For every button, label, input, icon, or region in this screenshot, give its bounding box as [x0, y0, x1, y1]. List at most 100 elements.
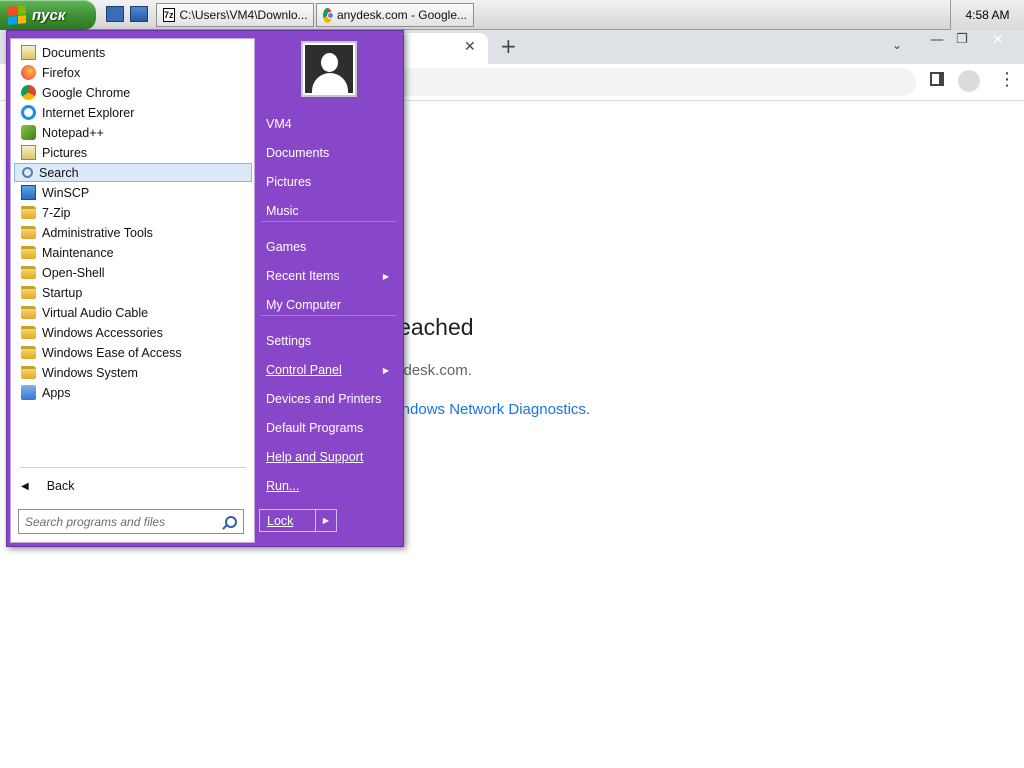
places-item[interactable]: Settings [259, 328, 397, 354]
new-tab-icon[interactable]: + [500, 34, 517, 58]
program-label: Pictures [42, 145, 88, 160]
program-item[interactable]: Documents [14, 43, 252, 62]
windows-logo-icon [8, 5, 26, 25]
pictures-icon [21, 145, 36, 160]
taskbar-button-label: C:\Users\VM4\Downlo... [179, 8, 308, 22]
programs-pane: Documents Firefox Google Chrome Internet Ex… [10, 38, 255, 543]
program-item[interactable]: Windows Ease of Access [14, 343, 252, 362]
places-label: Control Panel [266, 363, 342, 377]
places-item[interactable]: Help and Support [259, 444, 397, 470]
winscp-icon [21, 185, 36, 200]
clock[interactable]: 4:58 AM [950, 0, 1024, 30]
tab-search-icon[interactable]: ⌄ [892, 38, 902, 52]
program-item[interactable]: Notepad++ [14, 123, 252, 142]
back-arrow-icon: ◀ [21, 480, 29, 492]
program-item[interactable]: Open-Shell [14, 263, 252, 282]
folder-icon [21, 326, 36, 339]
search-input[interactable]: Search programs and files [18, 509, 244, 534]
lock-split-button: Lock ▶ [259, 509, 337, 532]
program-label: WinSCP [42, 185, 90, 200]
taskbar-button-7zip[interactable]: 7z C:\Users\VM4\Downlo... [156, 3, 314, 27]
close-tab-icon[interactable]: ✕ [464, 39, 476, 55]
places-label: Run... [266, 479, 300, 493]
program-label: Notepad++ [42, 125, 104, 140]
places-item[interactable]: Default Programs [259, 415, 397, 441]
program-item[interactable]: Apps [14, 383, 252, 402]
error-subtitle: ydesk.com. [396, 362, 472, 379]
divider [19, 467, 246, 468]
magnifier-icon [222, 515, 237, 530]
places-label: Default Programs [266, 421, 364, 435]
program-item[interactable]: Firefox [14, 63, 252, 82]
explorer-icon[interactable] [130, 6, 148, 22]
program-label: Internet Explorer [42, 105, 135, 120]
places-label: Help and Support [266, 450, 364, 464]
program-item[interactable]: Virtual Audio Cable [14, 303, 252, 322]
places-item[interactable]: Documents [259, 140, 397, 166]
profile-icon[interactable] [958, 70, 980, 92]
back-button[interactable]: ◀ Back [21, 474, 221, 498]
program-label: Documents [42, 45, 106, 60]
user-avatar[interactable] [301, 41, 357, 97]
minimize-icon[interactable]: — [930, 32, 944, 48]
program-item[interactable]: Windows Accessories [14, 323, 252, 342]
folder-icon [21, 226, 36, 239]
start-label: пуск [32, 6, 66, 24]
program-label: Search [39, 165, 79, 180]
program-label: Apps [42, 385, 71, 400]
program-label: Windows Ease of Access [42, 345, 182, 360]
chevron-right-icon: ▶ [322, 516, 330, 525]
restore-icon[interactable]: ❐ [956, 32, 968, 47]
places-item[interactable]: Run... [259, 473, 397, 499]
folder-icon [21, 306, 36, 319]
menu-icon[interactable]: ⋮ [998, 69, 1016, 90]
folder-icon [21, 246, 36, 259]
folder-icon [21, 346, 36, 359]
program-item[interactable]: Search [14, 163, 252, 182]
program-label: Virtual Audio Cable [42, 305, 149, 320]
places-item[interactable]: Games [259, 234, 397, 260]
program-item[interactable]: Pictures [14, 143, 252, 162]
program-label: Windows Accessories [42, 325, 163, 340]
show-desktop-icon[interactable] [106, 6, 124, 22]
folder-icon [21, 206, 36, 219]
divider [261, 315, 397, 316]
divider [261, 221, 397, 222]
places-item[interactable]: Recent Items ▶ [259, 263, 397, 289]
program-label: Google Chrome [42, 85, 131, 100]
program-item[interactable]: Startup [14, 283, 252, 302]
chrome-icon [21, 85, 36, 100]
taskbar: пуск 7z C:\Users\VM4\Downlo... anydesk.c… [0, 0, 1024, 30]
places-label: Recent Items [266, 269, 340, 283]
side-panel-icon[interactable] [930, 72, 944, 86]
places-label: Pictures [266, 175, 312, 189]
lock-button[interactable]: Lock [260, 510, 316, 531]
program-item[interactable]: Internet Explorer [14, 103, 252, 122]
start-menu: Documents Firefox Google Chrome Internet Ex… [6, 30, 404, 547]
places-label: Games [266, 240, 307, 254]
places-item[interactable]: Pictures [259, 169, 397, 195]
firefox-icon [21, 65, 36, 80]
back-label: Back [46, 479, 75, 493]
program-item[interactable]: 7-Zip [14, 203, 252, 222]
places-item[interactable]: Control Panel ▶ [259, 357, 397, 383]
start-button[interactable]: пуск [0, 0, 96, 30]
places-label: Documents [266, 146, 330, 160]
places-item[interactable]: Devices and Printers [259, 386, 397, 412]
program-item[interactable]: Administrative Tools [14, 223, 252, 242]
apps-icon [21, 385, 36, 400]
program-item[interactable]: WinSCP [14, 183, 252, 202]
notepadpp-icon [21, 125, 36, 140]
ie-icon [21, 105, 36, 120]
program-item[interactable]: Maintenance [14, 243, 252, 262]
program-item[interactable]: Windows System [14, 363, 252, 382]
close-window-icon[interactable]: ✕ [992, 32, 1004, 48]
program-item[interactable]: Google Chrome [14, 83, 252, 102]
chrome-icon [323, 7, 334, 23]
program-label: Open-Shell [42, 265, 105, 280]
places-label: VM4 [266, 117, 292, 131]
taskbar-button-chrome[interactable]: anydesk.com - Google... [316, 3, 474, 27]
places-item[interactable]: VM4 [259, 111, 397, 137]
lock-options-button[interactable]: ▶ [316, 510, 336, 531]
folder-icon [21, 366, 36, 379]
